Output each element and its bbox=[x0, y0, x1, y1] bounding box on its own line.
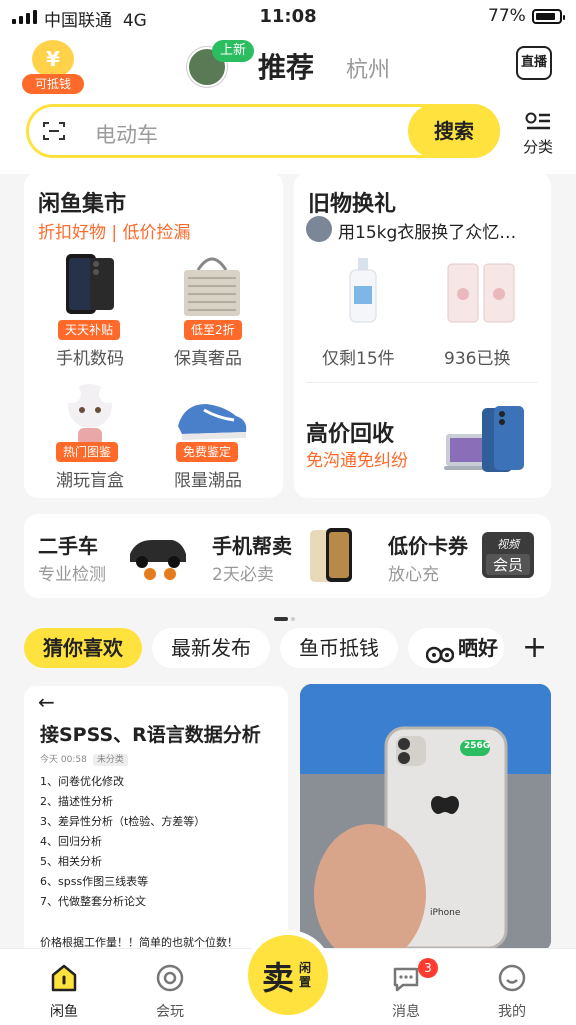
new-tag: 上新 bbox=[212, 40, 255, 62]
car-image bbox=[130, 540, 186, 580]
bag-image bbox=[184, 257, 240, 316]
tab-recommend[interactable]: 推荐 bbox=[258, 46, 314, 86]
devices-image bbox=[444, 406, 524, 472]
message-icon bbox=[393, 967, 419, 992]
exchange-count-label: 936已换 bbox=[444, 349, 511, 369]
category-label: 分类 bbox=[522, 138, 553, 156]
market-item-tag: 天天补贴 bbox=[58, 320, 121, 340]
profile-icon bbox=[498, 964, 526, 992]
exchange-title: 旧物换礼 bbox=[308, 192, 397, 217]
market-subtitle: 折扣好物 | 低价捡漏 bbox=[38, 223, 191, 243]
coin-discount-badge[interactable]: ¥ 可抵钱 bbox=[22, 40, 84, 94]
page-indicator bbox=[274, 606, 295, 625]
toy-image bbox=[63, 384, 117, 446]
tab-coin-discount[interactable]: 鱼币抵钱 bbox=[280, 628, 398, 668]
exchange-item-tissues[interactable] bbox=[444, 260, 518, 330]
market-item-label: 手机数码 bbox=[56, 349, 124, 369]
battery-percent: 77% bbox=[488, 6, 526, 26]
phone-image bbox=[66, 254, 114, 314]
scan-icon[interactable] bbox=[43, 121, 65, 141]
market-item-phones[interactable] bbox=[50, 252, 126, 326]
tab-play[interactable]: 会玩 bbox=[140, 963, 200, 1021]
market-item-luxury[interactable] bbox=[174, 252, 250, 326]
market-item-tag: 热门图鉴 bbox=[56, 442, 119, 462]
tab-show-off-label: 晒好 bbox=[458, 636, 498, 660]
tab-mine[interactable]: 我的 bbox=[482, 963, 542, 1021]
market-item-tag: 低至2折 bbox=[184, 320, 242, 340]
add-tab-button[interactable]: + bbox=[522, 630, 547, 665]
tab-play-label: 会玩 bbox=[156, 1004, 184, 1020]
market-item-label: 潮玩盲盒 bbox=[56, 471, 124, 491]
feed-item-category: 未分类 bbox=[92, 754, 128, 766]
coin-badge-label: 可抵钱 bbox=[22, 74, 84, 94]
phone-image bbox=[310, 528, 352, 582]
market-item-label: 限量潮品 bbox=[174, 471, 242, 491]
feed-item-left[interactable]: ← 接SPSS、R语言数据分析 今天 00:58 未分类 1、问卷优化修改 2、描… bbox=[24, 686, 288, 956]
exchange-ticker: 用15kg衣服换了众忆… bbox=[338, 223, 517, 243]
tab-messages-label: 消息 bbox=[392, 1004, 420, 1020]
play-icon bbox=[156, 964, 184, 992]
feed-item-list: 1、问卷优化修改 2、描述性分析 3、差异性分析（t检验、方差等） 4、回归分析… bbox=[40, 775, 206, 908]
exchange-stock-label: 仅剩15件 bbox=[322, 349, 395, 369]
exchange-item-cleaner[interactable] bbox=[336, 256, 392, 330]
eyes-icon bbox=[425, 639, 455, 663]
recycle-devices[interactable] bbox=[444, 404, 526, 484]
iphone-photo bbox=[300, 684, 551, 952]
service-title: 手机帮卖 bbox=[212, 534, 292, 558]
status-bar: 中国联通 4G 11:08 77% bbox=[0, 0, 576, 34]
tab-guess-like[interactable]: 猜你喜欢 bbox=[24, 628, 142, 668]
message-count-badge: 3 bbox=[418, 958, 438, 978]
vip-card-top: 视频 bbox=[497, 538, 519, 551]
tab-city[interactable]: 杭州 bbox=[346, 52, 390, 84]
feed-item-right[interactable]: 256G iPhone bbox=[300, 684, 551, 952]
live-button[interactable]: 直播 bbox=[516, 46, 552, 80]
recycle-subtitle: 免沟通免纠纷 bbox=[306, 451, 408, 471]
cleaner-bottle-image bbox=[349, 258, 377, 323]
tab-mine-label: 我的 bbox=[498, 1004, 526, 1020]
coin-icon: ¥ bbox=[32, 40, 74, 78]
service-sub: 2天必卖 bbox=[212, 565, 274, 585]
back-arrow-icon: ← bbox=[38, 690, 55, 714]
recycle-title[interactable]: 高价回收 bbox=[306, 416, 394, 448]
search-button[interactable]: 搜索 bbox=[408, 104, 500, 158]
vip-card-bottom: 会员 bbox=[486, 554, 530, 575]
tab-latest[interactable]: 最新发布 bbox=[152, 628, 270, 668]
sneaker-image bbox=[178, 404, 247, 440]
sell-label: 卖 bbox=[262, 959, 295, 997]
feed-item-title: 接SPSS、R语言数据分析 bbox=[40, 724, 261, 746]
search-bar[interactable]: 电动车 搜索 bbox=[26, 104, 500, 158]
market-item-label: 保真奢品 bbox=[174, 349, 242, 369]
service-coupons[interactable]: 低价卡券 放心充 视频 会员 bbox=[376, 514, 551, 598]
home-icon bbox=[51, 964, 77, 992]
search-input[interactable]: 电动车 bbox=[95, 119, 158, 149]
divider bbox=[306, 382, 538, 383]
service-title: 低价卡券 bbox=[388, 534, 468, 558]
category-icon bbox=[525, 112, 550, 130]
market-card[interactable]: 闲鱼集市 折扣好物 | 低价捡漏 天天补贴 手机数码 低至2折 保真奢品 热门图… bbox=[24, 172, 283, 498]
service-phone-sell[interactable]: 手机帮卖 2天必卖 bbox=[200, 514, 376, 598]
exchange-card[interactable]: 旧物换礼 用15kg衣服换了众忆… 仅剩15件 936已换 高价回收 免沟通免纠… bbox=[294, 172, 551, 498]
phone-brand-text: iPhone bbox=[430, 908, 461, 918]
market-title: 闲鱼集市 bbox=[38, 192, 127, 217]
video-vip-card: 视频 会员 bbox=[482, 532, 534, 578]
sell-sublabel: 闲置 bbox=[298, 961, 311, 989]
market-item-tag: 免费鉴定 bbox=[176, 442, 239, 462]
storage-badge: 256G bbox=[464, 741, 491, 751]
battery-icon bbox=[532, 9, 565, 24]
ticker-avatar bbox=[306, 216, 332, 242]
service-used-car[interactable]: 二手车 专业检测 bbox=[24, 514, 199, 598]
service-sub: 放心充 bbox=[388, 565, 439, 585]
service-title: 二手车 bbox=[38, 534, 98, 558]
services-strip: 二手车 专业检测 手机帮卖 2天必卖 低价卡券 放心充 视频 会员 bbox=[24, 514, 551, 598]
category-button[interactable]: 分类 bbox=[518, 112, 558, 157]
tab-home[interactable]: 闲鱼 bbox=[34, 963, 94, 1021]
feed-item-meta: 今天 00:58 未分类 bbox=[40, 752, 128, 766]
service-sub: 专业检测 bbox=[38, 565, 106, 585]
tab-home-label: 闲鱼 bbox=[50, 1004, 78, 1020]
tissue-pack-image bbox=[447, 263, 515, 323]
tab-show-off[interactable]: 晒好 bbox=[408, 628, 504, 668]
sell-button[interactable]: 卖 闲置 bbox=[243, 930, 333, 1020]
